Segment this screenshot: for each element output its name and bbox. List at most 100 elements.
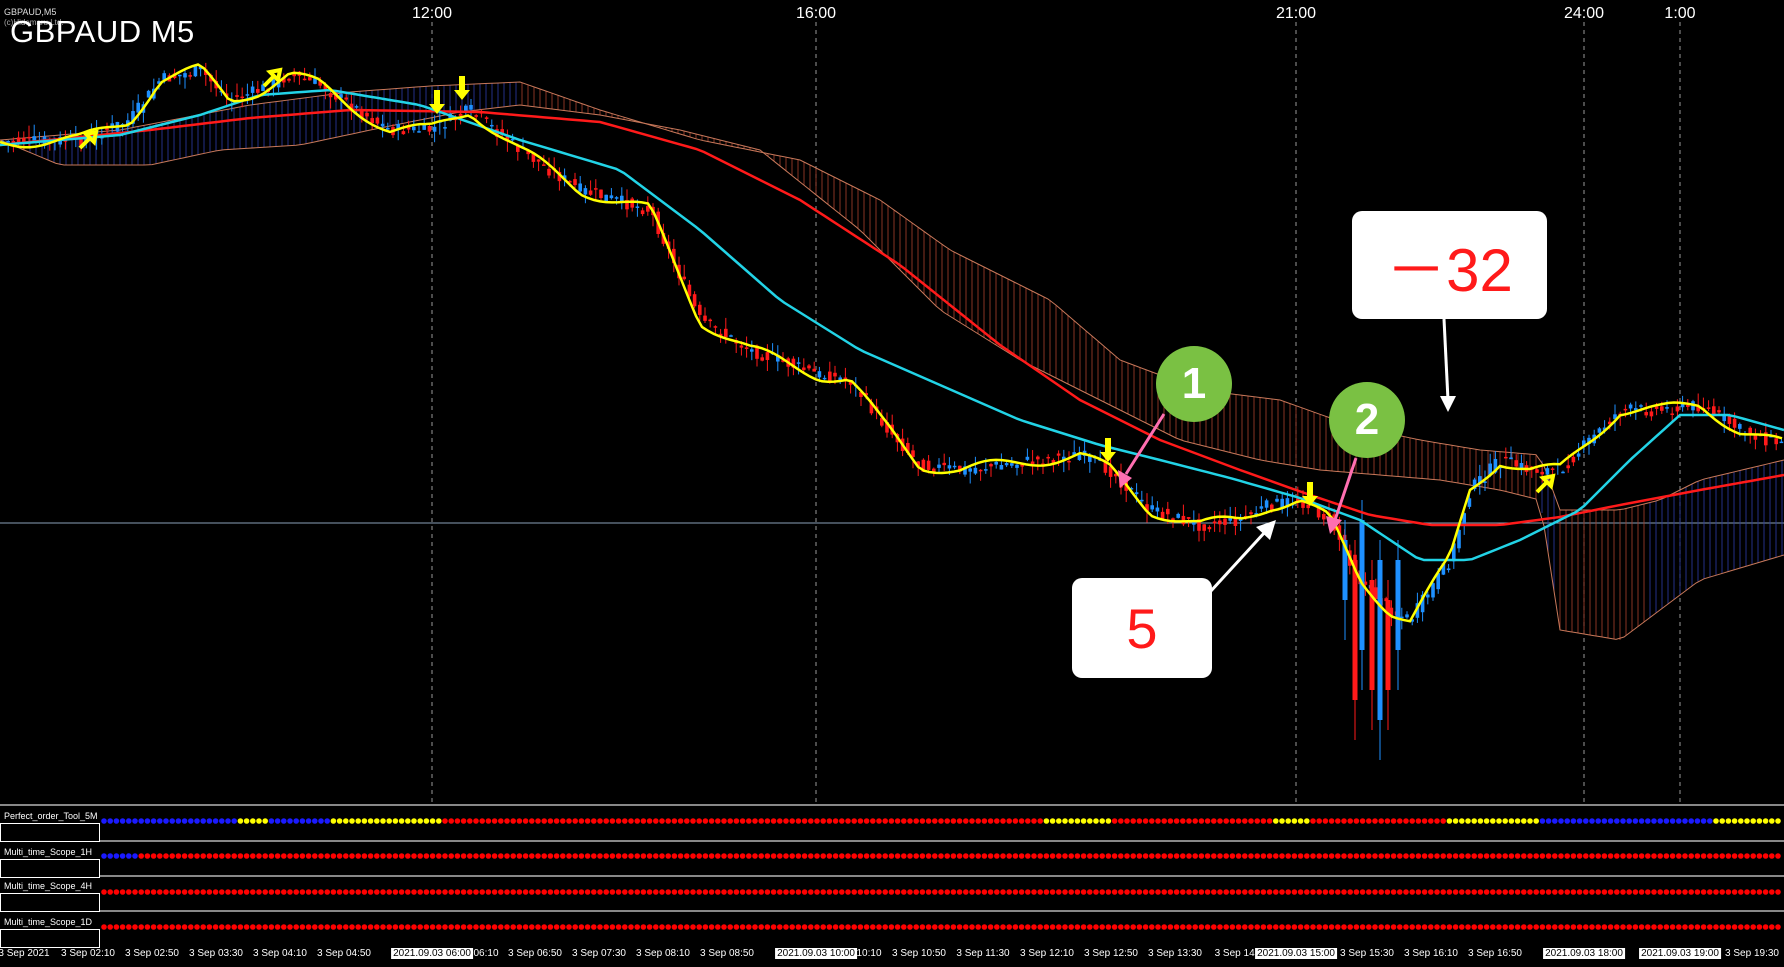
indicator-dot	[485, 818, 492, 824]
candle-body	[1036, 456, 1040, 460]
indicator-dot	[1341, 853, 1347, 859]
indicator-dot	[913, 818, 919, 824]
indicator-dot	[1130, 889, 1136, 895]
indicator-dot	[1217, 853, 1223, 859]
indicator-dot	[969, 853, 975, 859]
indicator-dot	[349, 818, 355, 824]
indicator-dot	[169, 889, 175, 895]
indicator-dot	[622, 889, 628, 895]
indicator-dot	[1527, 818, 1533, 824]
indicator-dot	[138, 924, 144, 930]
indicator-dot	[181, 853, 188, 859]
indicator-dot	[671, 924, 678, 930]
indicator-dot	[1651, 924, 1657, 930]
indicator-dot	[491, 924, 498, 930]
candle-body	[578, 183, 582, 192]
indicator-dot	[1074, 924, 1081, 930]
indicator-dot	[1434, 924, 1440, 930]
indicator-dot	[330, 853, 337, 859]
indicator-dot	[1359, 853, 1366, 859]
indicator-box-4h[interactable]	[0, 893, 100, 912]
indicator-dot	[1229, 818, 1236, 824]
candle-body	[640, 210, 645, 215]
candle-body	[1514, 460, 1518, 467]
indicator-dot	[950, 924, 957, 930]
indicator-dot	[274, 889, 281, 895]
indicator-dot	[305, 853, 312, 859]
indicator-dot	[1521, 924, 1527, 930]
indicator-dot	[1316, 924, 1322, 930]
indicator-dot	[212, 853, 219, 859]
indicator-dot	[1390, 924, 1397, 930]
indicator-dot	[808, 818, 814, 824]
indicator-box-1d[interactable]	[0, 929, 100, 948]
indicator-dot	[305, 889, 312, 895]
indicator-dot	[132, 889, 138, 895]
indicator-dot	[1242, 818, 1248, 824]
indicator-dot	[808, 853, 814, 859]
indicator-dot	[541, 924, 547, 930]
indicator-dot	[1452, 818, 1459, 824]
indicator-dot	[1254, 924, 1260, 930]
indicator-dot	[1446, 853, 1453, 859]
indicator-dot	[1502, 853, 1508, 859]
indicator-dot	[560, 818, 566, 824]
candle-body	[1025, 456, 1030, 460]
indicator-dot	[1273, 889, 1279, 895]
indicator-dot	[1483, 853, 1490, 859]
indicator-dot	[1452, 853, 1459, 859]
indicator-dot	[1223, 818, 1229, 824]
indicator-dot	[1762, 924, 1769, 930]
candle-body	[1275, 498, 1279, 502]
candle-body	[609, 195, 614, 199]
indicator-dot	[777, 924, 783, 930]
indicator-dot	[132, 924, 138, 930]
candle-body	[947, 465, 952, 469]
indicator-dot	[1297, 853, 1304, 859]
indicator-dot	[231, 889, 237, 895]
indicator-dot	[1149, 924, 1155, 930]
candle-body	[765, 352, 770, 360]
indicator-box-perfect-order[interactable]	[0, 823, 100, 842]
indicator-dot	[1285, 853, 1291, 859]
indicator-dot	[1304, 889, 1310, 895]
indicator-dot	[107, 889, 113, 895]
indicator-dot	[126, 889, 132, 895]
price-chart[interactable]	[0, 0, 1784, 967]
indicator-box-1h[interactable]	[0, 859, 100, 878]
indicator-dot	[181, 924, 188, 930]
indicator-dot	[1167, 853, 1174, 859]
indicator-dot	[299, 853, 306, 859]
indicator-dot	[535, 818, 541, 824]
indicator-dot	[1161, 853, 1167, 859]
indicator-dot	[1043, 924, 1050, 930]
candle-body	[1540, 471, 1544, 475]
indicator-dot	[1669, 818, 1676, 824]
indicator-dot	[752, 924, 758, 930]
indicator-dot	[522, 818, 529, 824]
indicator-dot	[907, 818, 913, 824]
indicator-dot	[1167, 889, 1174, 895]
indicator-dot	[1434, 818, 1440, 824]
indicator-dot	[801, 924, 808, 930]
candle-body	[1675, 406, 1680, 412]
indicator-dot	[250, 818, 256, 824]
time-label-16: 16:00	[795, 5, 837, 22]
indicator-dot	[1124, 853, 1130, 859]
indicator-dot	[721, 818, 727, 824]
indicator-dot	[1465, 853, 1471, 859]
indicator-dot	[981, 818, 988, 824]
candle-body	[1649, 411, 1654, 417]
indicator-dot	[591, 853, 597, 859]
indicator-label-4h: Multi_time_Scope_4H	[4, 881, 93, 891]
indicator-dot	[312, 818, 318, 824]
indicator-dot	[318, 924, 324, 930]
indicator-dot	[1533, 853, 1539, 859]
indicator-dot	[1043, 853, 1050, 859]
candle-body	[692, 294, 697, 307]
candle-body	[620, 195, 624, 202]
indicator-dot	[1366, 818, 1372, 824]
candle-body	[682, 276, 686, 280]
indicator-dot	[380, 889, 386, 895]
indicator-dot	[1322, 853, 1329, 859]
